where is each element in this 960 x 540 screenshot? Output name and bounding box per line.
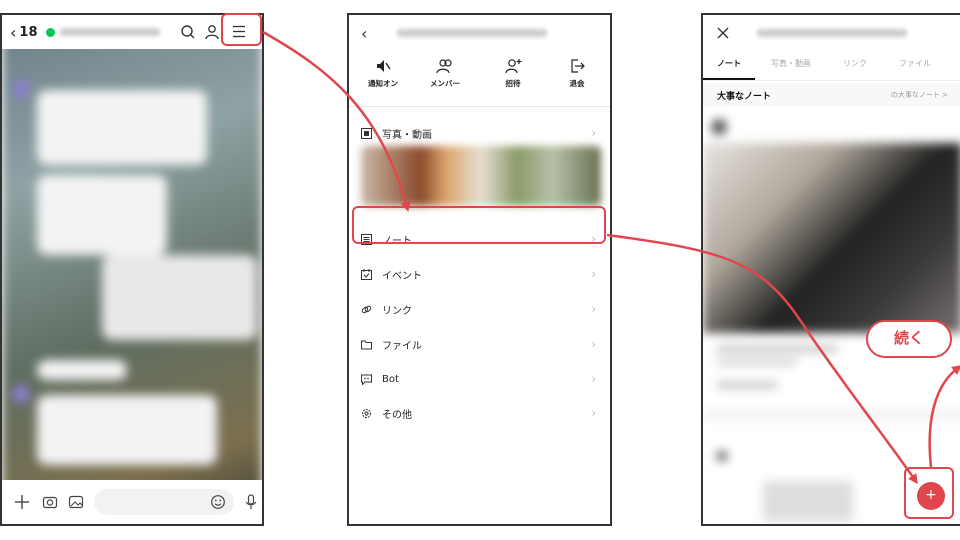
arrow-continue (928, 365, 960, 468)
continue-callout: 続く (866, 320, 952, 358)
arrow-menu-to-note (262, 30, 411, 212)
annotation-arrows (262, 30, 960, 485)
arrow-note-to-fab (606, 233, 918, 485)
callout-label: 続く (893, 329, 924, 347)
